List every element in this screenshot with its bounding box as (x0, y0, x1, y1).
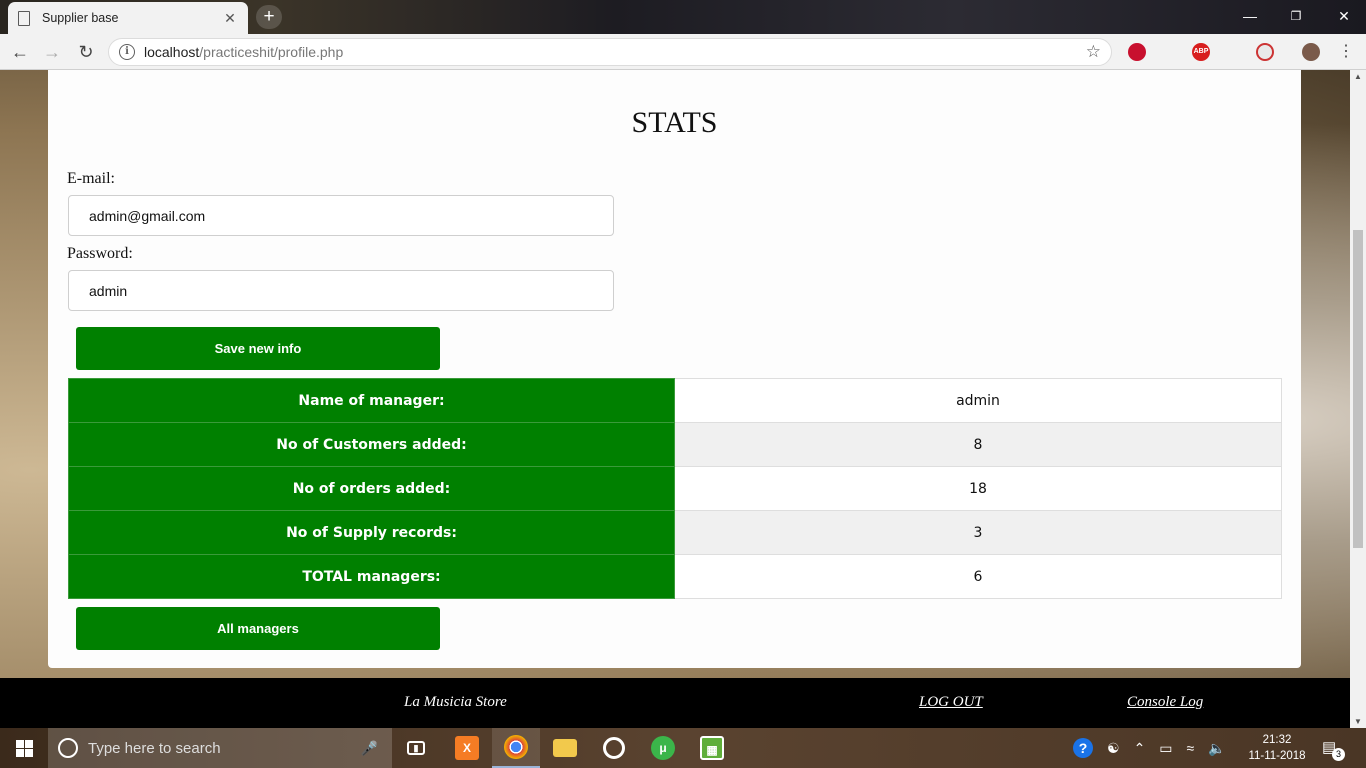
volume-icon[interactable]: 🔈 (1208, 740, 1225, 757)
stat-value: 8 (674, 422, 1282, 467)
utorrent-icon[interactable]: μ (639, 728, 687, 768)
profile-card: STATS E-mail: Password: Save new info Na… (48, 70, 1301, 668)
table-row: No of orders added: 18 (68, 466, 1282, 511)
xampp-icon[interactable]: X (443, 728, 491, 768)
table-row: No of Customers added: 8 (68, 422, 1282, 467)
stat-value: admin (674, 378, 1282, 423)
stat-label: No of Supply records: (68, 510, 675, 555)
help-icon[interactable]: ? (1073, 738, 1093, 758)
task-view-icon[interactable]: ▮ (392, 728, 440, 768)
logout-link[interactable]: LOG OUT (919, 694, 983, 711)
table-row: Name of manager: admin (68, 378, 1282, 423)
stat-label: TOTAL managers: (68, 554, 675, 599)
people-icon[interactable]: ☯ (1107, 740, 1120, 757)
stat-label: No of orders added: (68, 466, 675, 511)
password-label: Password: (67, 245, 133, 262)
chrome-icon[interactable] (492, 728, 540, 768)
search-placeholder: Type here to search (88, 739, 221, 757)
stat-label: Name of manager: (68, 378, 675, 423)
site-footer: La Musicia Store LOG OUT Console Log (0, 678, 1350, 728)
page-viewport: STATS E-mail: Password: Save new info Na… (0, 70, 1350, 678)
back-icon[interactable]: ← (8, 40, 32, 64)
cortana-icon (58, 738, 78, 758)
wifi-icon[interactable]: ≈ (1187, 740, 1195, 756)
tray-chevron-icon[interactable]: ⌃ (1134, 740, 1146, 757)
browser-toolbar: ← → ↻ i localhost /practiceshit/profile.… (0, 34, 1366, 70)
site-info-icon[interactable]: i (119, 44, 135, 60)
clock-time: 21:32 (1262, 734, 1292, 746)
media-player-icon[interactable] (590, 728, 638, 768)
url-host: localhost (144, 44, 200, 60)
adblock-plus-icon[interactable]: ABP (1192, 43, 1210, 61)
forward-icon[interactable]: → (40, 40, 64, 64)
table-row: TOTAL managers: 6 (68, 554, 1282, 599)
battery-icon[interactable]: ▭ (1159, 740, 1172, 757)
minimize-icon[interactable]: — (1240, 6, 1260, 26)
microphone-icon[interactable]: 🎤 (361, 740, 378, 757)
reload-icon[interactable]: ↻ (74, 40, 98, 64)
scrollbar-thumb[interactable] (1353, 230, 1363, 548)
profile-avatar[interactable] (1302, 43, 1320, 61)
taskbar-clock[interactable]: 21:32 11-11-2018 (1244, 732, 1310, 764)
password-field[interactable] (68, 270, 614, 311)
url-path: /practiceshit/profile.php (199, 44, 344, 60)
system-tray: ? ☯ ⌃ ▭ ≈ 🔈 (1066, 728, 1233, 768)
bookmark-star-icon[interactable]: ☆ (1086, 42, 1101, 62)
new-tab-button[interactable]: + (256, 5, 282, 29)
taskbar-search[interactable]: Type here to search 🎤 (48, 728, 392, 768)
action-center-icon[interactable]: ▤ 3 (1322, 738, 1345, 761)
page-title: STATS (631, 106, 718, 139)
notification-badge: 3 (1332, 748, 1345, 761)
tab-title: Supplier base (42, 11, 119, 25)
page-scrollbar[interactable]: ▲ ▼ (1350, 70, 1366, 728)
windows-taskbar: Type here to search 🎤 ▮ X μ ▦ ? ☯ ⌃ ▭ ≈ … (0, 728, 1366, 768)
file-explorer-icon[interactable] (541, 728, 589, 768)
window-close-icon[interactable]: ✕ (1334, 6, 1354, 26)
email-field[interactable] (68, 195, 614, 236)
sublime-app-icon[interactable]: ▦ (688, 728, 736, 768)
browser-titlebar: Supplier base ✕ + — ❐ ✕ (0, 0, 1366, 34)
stat-label: No of Customers added: (68, 422, 675, 467)
menu-kebab-icon[interactable]: ⋮ (1334, 40, 1358, 64)
stat-value: 3 (674, 510, 1282, 555)
save-new-info-button[interactable]: Save new info (76, 327, 440, 370)
table-row: No of Supply records: 3 (68, 510, 1282, 555)
store-name: La Musicia Store (404, 694, 507, 710)
stat-value: 6 (674, 554, 1282, 599)
all-managers-button[interactable]: All managers (76, 607, 440, 650)
address-bar[interactable]: i localhost /practiceshit/profile.php ☆ (108, 38, 1112, 66)
scroll-down-icon[interactable]: ▼ (1350, 717, 1366, 726)
stats-table: Name of manager: admin No of Customers a… (68, 378, 1282, 599)
email-label: E-mail: (67, 170, 115, 187)
page-icon (18, 10, 30, 26)
extension-icon[interactable] (1256, 43, 1274, 61)
restore-icon[interactable]: ❐ (1286, 6, 1306, 26)
ublock-icon[interactable] (1128, 43, 1146, 61)
tab-close-icon[interactable]: ✕ (222, 10, 238, 27)
console-log-link[interactable]: Console Log (1127, 694, 1203, 711)
stat-value: 18 (674, 466, 1282, 511)
scroll-up-icon[interactable]: ▲ (1350, 72, 1366, 81)
clock-date: 11-11-2018 (1248, 750, 1306, 762)
browser-tab[interactable]: Supplier base ✕ (8, 2, 248, 34)
windows-start-icon[interactable] (0, 728, 48, 768)
